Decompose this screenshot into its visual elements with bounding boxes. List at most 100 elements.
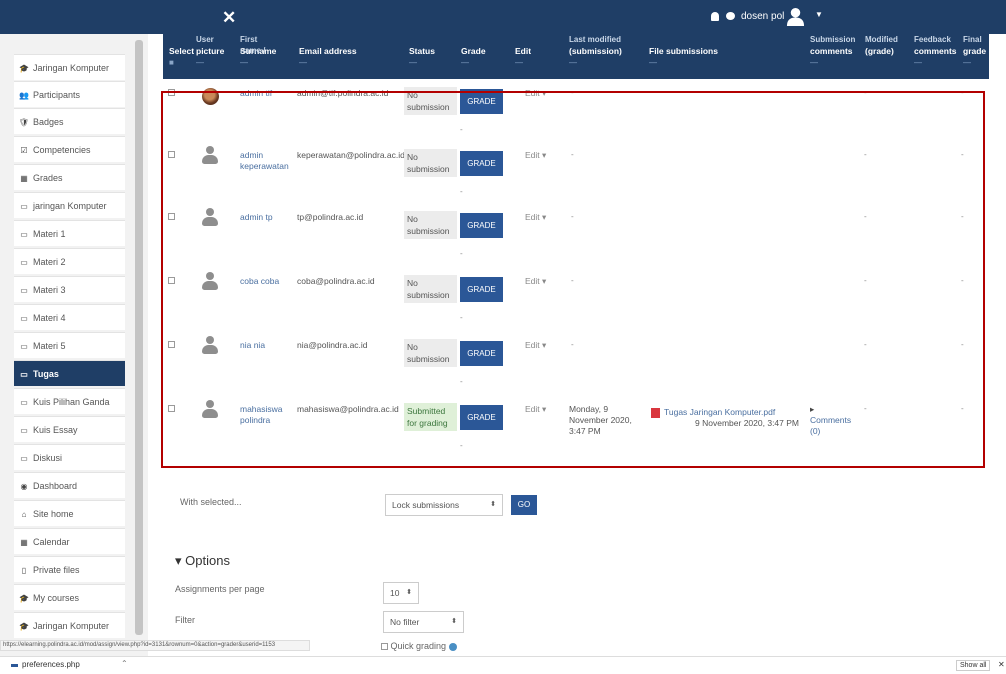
col-email[interactable]: Email address — xyxy=(299,46,357,68)
col-modified-label-1[interactable]: Modified xyxy=(865,34,898,45)
col-last-sort[interactable]: — xyxy=(569,57,622,68)
drawer-item-label: Participants xyxy=(33,90,81,100)
status-url: https://elearning.polindra.ac.id/mod/ass… xyxy=(0,640,310,651)
col-last-modified[interactable]: Last modified (submission) — xyxy=(569,35,622,68)
per-page-value: 10 xyxy=(390,588,400,598)
drawer-item-icon: ▭ xyxy=(20,258,28,267)
with-selected-label: With selected... xyxy=(180,497,242,507)
bulk-action-select[interactable]: Lock submissions ⬍ xyxy=(385,494,503,516)
drawer-item-icon: ▭ xyxy=(20,454,28,463)
chevron-up-icon[interactable]: ⌃ xyxy=(121,659,128,668)
chat-icon[interactable] xyxy=(726,12,735,20)
bell-icon[interactable] xyxy=(711,12,719,21)
col-picture-sort[interactable]: — xyxy=(196,57,224,68)
col-grade[interactable]: Grade — xyxy=(461,46,486,68)
drawer-scrollbar[interactable] xyxy=(135,40,143,635)
col-email-label[interactable]: Email address xyxy=(299,46,357,56)
drawer-item-label: Kuis Essay xyxy=(33,425,78,435)
quick-grading-row[interactable]: Quick grading xyxy=(381,641,457,651)
col-select[interactable]: Select ■ xyxy=(169,46,194,68)
drawer-item-label: Materi 5 xyxy=(33,341,66,351)
go-button[interactable]: GO xyxy=(511,495,537,515)
download-file-name[interactable]: preferences.php xyxy=(22,660,80,669)
col-status[interactable]: Status — xyxy=(409,46,435,68)
col-name-sort[interactable]: — xyxy=(240,57,276,68)
drawer-item-label: jaringan Komputer xyxy=(33,201,107,211)
drawer-item[interactable]: ▭ Tugas xyxy=(14,360,125,386)
select-all-checkbox[interactable]: ■ xyxy=(169,57,194,68)
quick-grading-checkbox[interactable] xyxy=(381,643,388,651)
user-menu-caret-icon[interactable]: ▼ xyxy=(815,10,823,19)
drawer-item[interactable]: ▭ Kuis Pilihan Ganda xyxy=(14,388,125,414)
drawer-item[interactable]: 🛡 Badges xyxy=(14,108,125,134)
close-drawer-icon[interactable]: ✕ xyxy=(222,8,236,28)
select-arrow-icon: ⬍ xyxy=(406,589,412,596)
drawer-item[interactable]: ▭ Diskusi xyxy=(14,444,125,470)
drawer-item[interactable]: ▭ Materi 4 xyxy=(14,304,125,330)
filter-select[interactable]: No filter ⬍ xyxy=(383,611,464,633)
drawer-item[interactable]: ▭ jaringan Komputer xyxy=(14,192,125,218)
col-subm-comments-sort[interactable]: — xyxy=(810,57,853,68)
drawer-item-icon: ▯ xyxy=(21,566,27,575)
drawer-item-icon: 👥 xyxy=(19,91,29,100)
drawer-item[interactable]: ▭ Materi 1 xyxy=(14,220,125,246)
options-header[interactable]: ▾ Options xyxy=(175,553,230,569)
drawer-item-label: Materi 4 xyxy=(33,313,66,323)
col-status-sort[interactable]: — xyxy=(409,57,435,68)
col-final-label-1: Final xyxy=(963,35,982,44)
col-submission-label[interactable]: (submission) xyxy=(569,46,622,56)
drawer-item[interactable]: ⌂ Site home xyxy=(14,500,125,526)
nav-drawer: 🎓 Jaringan Komputer 👥 Participants 🛡 Badges ☑ C… xyxy=(0,34,148,656)
per-page-select[interactable]: 10 ⬍ xyxy=(383,582,419,604)
top-navbar: ✕ dosen pol ▼ xyxy=(0,0,1006,34)
col-final-label-2: grade xyxy=(963,46,987,56)
drawer-item[interactable]: 👥 Participants xyxy=(14,81,125,107)
show-all-button[interactable]: Show all xyxy=(956,660,991,671)
col-status-label[interactable]: Status xyxy=(409,46,435,56)
drawer-item-icon: ⌂ xyxy=(21,510,27,519)
col-feedback-sort[interactable]: — xyxy=(914,57,957,68)
drawer-item[interactable]: 🎓 Jaringan Komputer xyxy=(14,54,125,80)
drawer-item[interactable]: ☑ Competencies xyxy=(14,136,125,162)
col-grade-sort[interactable]: — xyxy=(461,57,486,68)
drawer-item-icon: 🎓 xyxy=(19,622,29,631)
col-modified-grade[interactable]: Modified (grade) xyxy=(865,35,898,57)
drawer-item-icon: ▭ xyxy=(20,202,28,211)
highlight-box xyxy=(161,91,985,468)
drawer-item-icon: 🛡 xyxy=(18,118,30,127)
drawer-item[interactable]: ▦ Calendar xyxy=(14,528,125,554)
drawer-item[interactable]: 🎓 My courses xyxy=(14,584,125,610)
col-grade-label[interactable]: Grade xyxy=(461,46,486,56)
col-last-label[interactable]: Last modified xyxy=(569,34,621,45)
col-firstname-label[interactable]: First name / xyxy=(240,34,276,56)
col-name[interactable]: First name / Surname — xyxy=(240,35,276,68)
bulk-action-value: Lock submissions xyxy=(392,500,460,510)
avatar-icon[interactable] xyxy=(786,7,805,26)
col-modified-label-2[interactable]: (grade) xyxy=(865,46,894,56)
col-email-sort[interactable]: — xyxy=(299,57,357,68)
filter-value: No filter xyxy=(390,617,420,627)
drawer-item[interactable]: ▭ Materi 2 xyxy=(14,248,125,274)
drawer-item[interactable]: 🎓 Jaringan Komputer xyxy=(14,612,125,638)
col-picture-label: picture xyxy=(196,46,225,56)
col-feedback-comments: Feedback comments — xyxy=(914,35,957,68)
download-bar: preferences.php ⌃ Show all ✕ xyxy=(0,656,1006,674)
filter-label: Filter xyxy=(175,615,195,625)
drawer-item[interactable]: ◉ Dashboard xyxy=(14,472,125,498)
close-download-bar-icon[interactable]: ✕ xyxy=(998,660,1005,669)
user-name[interactable]: dosen pol xyxy=(741,11,784,22)
drawer-item[interactable]: ▭ Kuis Essay xyxy=(14,416,125,442)
col-files-sort[interactable]: — xyxy=(649,57,718,68)
col-user-picture: User picture — xyxy=(196,35,225,68)
col-edit-sort[interactable]: — xyxy=(515,57,531,68)
col-submission-comments: Submission comments — xyxy=(810,35,855,68)
help-icon[interactable] xyxy=(448,642,457,651)
per-page-label: Assignments per page xyxy=(175,584,265,594)
drawer-item[interactable]: ▦ Grades xyxy=(14,164,125,190)
drawer-item[interactable]: ▯ Private files xyxy=(14,556,125,582)
drawer-item[interactable]: ▭ Materi 5 xyxy=(14,332,125,358)
col-final-sort[interactable]: — xyxy=(963,57,986,68)
drawer-item[interactable]: ▭ Materi 3 xyxy=(14,276,125,302)
drawer-item-icon: ▦ xyxy=(20,174,28,183)
drawer-item-icon: ▭ xyxy=(20,370,28,379)
